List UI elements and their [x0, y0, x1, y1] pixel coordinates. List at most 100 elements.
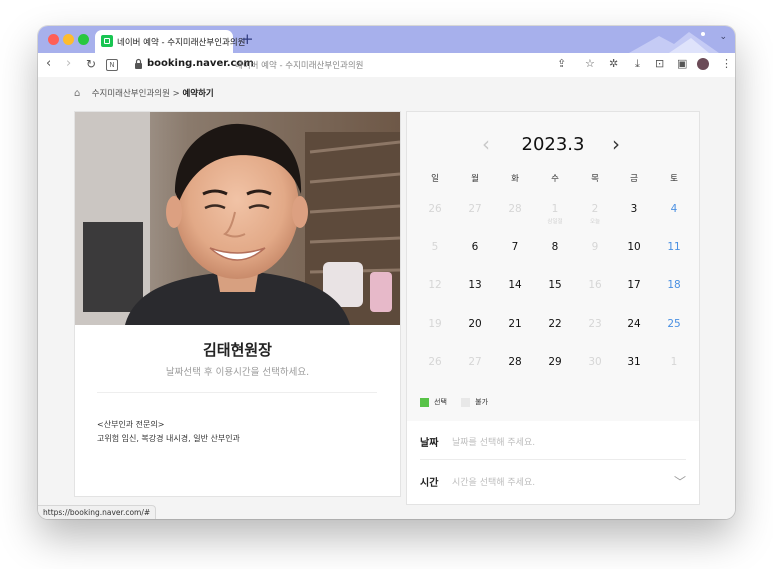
chevron-down-icon[interactable]: ﹀	[674, 473, 686, 490]
status-bar-url: https://booking.naver.com/#	[38, 505, 157, 519]
time-placeholder: 시간을 선택해 주세요.	[452, 478, 536, 488]
divider	[97, 392, 377, 393]
time-row[interactable]: 시간 시간을 선택해 주세요. ﹀	[420, 461, 686, 499]
calendar-day[interactable]: 11	[659, 241, 689, 253]
breadcrumb-separator: >	[172, 89, 180, 99]
calendar-day[interactable]: 8	[540, 241, 570, 253]
maximize-window-button[interactable]	[78, 34, 89, 45]
doctor-card: 김태현원장 날짜선택 후 이용시간을 선택하세요. <산부인과 전문의> 고위험…	[74, 111, 401, 497]
forward-icon[interactable]: ›	[66, 57, 71, 71]
weekday-header: 월	[471, 174, 479, 184]
legend-unavailable-label: 불가	[475, 398, 489, 406]
weekday-header: 일	[431, 174, 439, 184]
browser-window: 네이버 예약 - 수지미래산부인과의원 + ⌄ ‹ › ↻ N booking.…	[38, 26, 735, 519]
weekday-header: 수	[551, 174, 559, 184]
calendar-day[interactable]: 7	[500, 241, 530, 253]
tab-title: 네이버 예약 - 수지미래산부인과의원	[117, 38, 246, 48]
calendar-day: 12	[428, 279, 442, 291]
reader-icon[interactable]: N	[106, 59, 118, 71]
tab-list-chevron-icon[interactable]: ⌄	[719, 32, 727, 42]
calendar-day: 26	[428, 203, 442, 215]
doctor-photo	[75, 112, 400, 325]
legend-select-swatch	[420, 397, 429, 407]
share-icon[interactable]: ⇪	[557, 57, 566, 71]
calendar-day: 30	[588, 356, 602, 368]
calendar-day: 26	[428, 356, 442, 368]
calendar-day[interactable]: 14	[500, 279, 530, 291]
back-icon[interactable]: ‹	[46, 57, 51, 71]
calendar-day: 2	[591, 203, 599, 215]
extension-icon[interactable]: ✲	[609, 57, 618, 71]
calendar-day[interactable]: 18	[659, 279, 689, 291]
calendar-day[interactable]: 29	[540, 356, 570, 368]
calendar-day: 27	[468, 203, 482, 215]
date-label: 날짜	[420, 438, 439, 449]
reload-icon[interactable]: ↻	[86, 57, 96, 71]
weekday-header: 토	[670, 174, 678, 184]
specialty-description: 고위험 임신, 복강경 내시경, 일반 산부인과	[97, 434, 240, 443]
calendar-day[interactable]: 20	[460, 318, 490, 330]
calendar-day[interactable]: 4	[659, 203, 689, 215]
calendar-day: 19	[428, 318, 442, 330]
calendar-day: 16	[588, 279, 602, 291]
calendar-month: 2023.3	[521, 134, 585, 155]
calendar-day: 9	[591, 241, 599, 253]
time-label: 시간	[420, 478, 439, 489]
close-window-button[interactable]	[48, 34, 59, 45]
download-icon[interactable]: ⤓	[635, 57, 640, 71]
naver-booking-favicon-icon	[101, 35, 113, 47]
calendar-day[interactable]: 17	[619, 279, 649, 291]
weekday-header: 목	[591, 174, 599, 184]
date-row[interactable]: 날짜 날짜를 선택해 주세요.	[420, 421, 686, 460]
date-placeholder: 날짜를 선택해 주세요.	[452, 438, 536, 448]
calendar-day: 27	[468, 356, 482, 368]
booking-card: ‹ 2023.3 › 선택 불가 일 월 화 수 목 금 토 26 27 28 1 삼일절 2 오늘 3 4 5…	[406, 111, 700, 505]
calendar-day[interactable]: 22	[540, 318, 570, 330]
calendar-day[interactable]: 25	[659, 318, 689, 330]
more-menu-icon[interactable]: ⋮	[721, 57, 732, 71]
bookmark-star-icon[interactable]: ☆	[585, 57, 595, 71]
calendar-day[interactable]: 24	[619, 318, 649, 330]
weekday-header: 금	[630, 174, 638, 184]
doctor-name: 김태현원장	[202, 341, 272, 359]
breadcrumb-clinic[interactable]: 수지미래산부인과의원	[92, 89, 170, 99]
breadcrumb-current: 예약하기	[182, 89, 214, 99]
calendar-day: 1	[551, 203, 559, 215]
home-icon[interactable]: ⌂	[74, 88, 85, 99]
calendar-day-note: 오늘	[589, 219, 601, 225]
calendar-day-note: 삼일절	[547, 219, 563, 225]
calendar: ‹ 2023.3 › 선택 불가 일 월 화 수 목 금 토 26 27 28 1 삼일절 2 오늘 3 4 5…	[407, 112, 699, 421]
calendar-day[interactable]: 6	[460, 241, 490, 253]
sidebar-icon[interactable]: ▣	[677, 57, 687, 71]
screenshot-icon[interactable]: ⊡	[655, 57, 664, 71]
browser-toolbar: ‹ › ↻ N booking.naver.com 네이버 예약 - 수지미래산…	[38, 53, 735, 78]
calendar-day[interactable]: 28	[500, 356, 530, 368]
legend-select-label: 선택	[434, 398, 447, 406]
theme-decoration	[629, 32, 719, 53]
calendar-day[interactable]: 15	[540, 279, 570, 291]
next-month-icon[interactable]: ›	[612, 133, 620, 155]
active-tab[interactable]: 네이버 예약 - 수지미래산부인과의원	[95, 30, 245, 53]
calendar-day[interactable]: 21	[500, 318, 530, 330]
booking-page: ⌂ 수지미래산부인과의원 > 예약하기 김태현원장 날짜선택 후 이용시간을 선…	[38, 77, 735, 519]
calendar-day: 23	[588, 318, 602, 330]
calendar-day[interactable]: 31	[619, 356, 649, 368]
doctor-instruction: 날짜선택 후 이용시간을 선택하세요.	[165, 367, 310, 378]
minimize-window-button[interactable]	[63, 34, 74, 45]
calendar-day: 1	[670, 356, 678, 368]
url-page-title[interactable]: 네이버 예약 - 수지미래산부인과의원	[235, 59, 363, 71]
calendar-day[interactable]: 10	[619, 241, 649, 253]
calendar-day: 28	[508, 203, 522, 215]
new-tab-button[interactable]: +	[241, 30, 254, 48]
profile-avatar[interactable]	[697, 58, 709, 70]
calendar-day: 5	[431, 241, 439, 253]
calendar-day[interactable]: 3	[619, 203, 649, 215]
lock-icon	[135, 58, 142, 69]
tab-strip: 네이버 예약 - 수지미래산부인과의원 + ⌄	[38, 26, 735, 53]
legend-unavailable-swatch	[461, 397, 471, 407]
calendar-legend: 선택 불가	[420, 397, 488, 407]
weekday-header: 화	[511, 174, 519, 184]
specialty-title: <산부인과 전문의>	[97, 420, 165, 429]
calendar-day[interactable]: 13	[460, 279, 490, 291]
breadcrumb: ⌂ 수지미래산부인과의원 > 예약하기	[74, 87, 214, 99]
